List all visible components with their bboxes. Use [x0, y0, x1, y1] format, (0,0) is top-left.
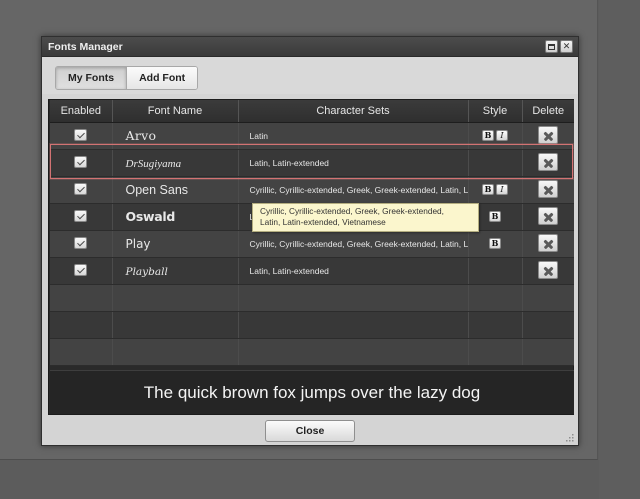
table-row[interactable]: Playball Latin, Latin-extended [50, 257, 574, 285]
dialog-titlebar[interactable]: Fonts Manager ✕ [42, 37, 578, 57]
window-controls: ✕ [545, 40, 573, 53]
delete-cell [522, 176, 574, 204]
delete-cell [522, 257, 574, 285]
column-header-delete[interactable]: Delete [522, 100, 574, 123]
table-row[interactable]: Open Sans Cyrillic, Cyrillic-extended, G… [50, 176, 574, 204]
tab-group: My Fonts Add Font [55, 66, 199, 90]
background-strip [599, 0, 640, 499]
delete-font-button[interactable] [538, 180, 559, 199]
close-window-button[interactable]: ✕ [560, 40, 573, 53]
table-row[interactable]: DrSugiyama Latin, Latin-extended [50, 149, 574, 177]
fonts-grid: Enabled Font Name Character Sets Style D… [48, 99, 574, 415]
resize-grip-icon[interactable] [564, 432, 574, 442]
font-name: DrSugiyama [125, 157, 182, 170]
delete-font-button[interactable] [538, 234, 559, 253]
delete-font-button[interactable] [538, 207, 559, 226]
italic-style-button[interactable]: I [496, 183, 508, 195]
close-button[interactable]: Close [265, 420, 355, 442]
style-cell: BI [468, 122, 523, 150]
font-name: Open Sans [125, 182, 189, 197]
tab-add-font[interactable]: Add Font [126, 67, 198, 89]
font-name-cell: Open Sans [112, 176, 239, 204]
delete-cell [522, 122, 574, 150]
empty-row [50, 338, 574, 366]
delete-font-button[interactable] [538, 126, 559, 145]
fonts-table: Enabled Font Name Character Sets Style D… [50, 100, 574, 366]
character-sets-cell: Latin, Latin-extended [238, 257, 469, 285]
close-icon: ✕ [562, 41, 571, 51]
enabled-cell [50, 176, 113, 204]
character-sets-cell: Cyrillic, Cyrillic-extended, Greek, Gree… [238, 230, 469, 258]
enabled-cell [50, 230, 113, 258]
column-header-font-name[interactable]: Font Name [112, 100, 239, 123]
fonts-grid-body[interactable]: Enabled Font Name Character Sets Style D… [50, 100, 574, 370]
font-preview: The quick brown fox jumps over the lazy … [50, 370, 574, 414]
enabled-checkbox[interactable] [74, 264, 88, 277]
empty-row [50, 284, 574, 312]
enabled-checkbox[interactable] [74, 237, 88, 250]
delete-cell [522, 203, 574, 231]
italic-style-button[interactable]: I [496, 129, 508, 141]
font-name-cell: Arvo [112, 122, 239, 150]
style-cell: BI [468, 176, 523, 204]
enabled-checkbox[interactable] [74, 183, 88, 196]
style-cell: B [468, 230, 523, 258]
style-cell [468, 257, 523, 285]
delete-font-button[interactable] [538, 261, 559, 280]
enabled-cell [50, 257, 113, 285]
font-name-cell: Play [112, 230, 239, 258]
column-header-enabled[interactable]: Enabled [50, 100, 113, 123]
font-name: Play [125, 236, 151, 251]
column-header-character-sets[interactable]: Character Sets [238, 100, 469, 123]
maximize-button[interactable] [545, 40, 558, 53]
character-sets-cell[interactable]: Cyrillic, Cyrillic-extended, Greek, Gree… [238, 176, 469, 204]
header-row: Enabled Font Name Character Sets Style D… [50, 100, 574, 123]
style-cell [468, 149, 523, 177]
enabled-checkbox[interactable] [74, 156, 88, 169]
font-name-cell: Playball [112, 257, 239, 285]
delete-cell [522, 149, 574, 177]
empty-row [50, 311, 574, 339]
delete-cell [522, 230, 574, 258]
table-row[interactable]: Arvo Latin BI [50, 122, 574, 150]
character-sets-cell: Latin [238, 122, 469, 150]
tab-my-fonts[interactable]: My Fonts [56, 67, 127, 89]
font-name: Oswald [125, 209, 176, 224]
tooltip-line: Cyrillic, Cyrillic-extended, Greek, Gree… [260, 206, 444, 216]
bold-style-button[interactable]: B [489, 237, 501, 249]
character-sets-cell: Latin, Latin-extended [238, 149, 469, 177]
enabled-checkbox[interactable] [74, 129, 88, 142]
table-row[interactable]: Play Cyrillic, Cyrillic-extended, Greek,… [50, 230, 574, 258]
character-sets-tooltip: Cyrillic, Cyrillic-extended, Greek, Gree… [252, 203, 479, 232]
font-name: Playball [125, 265, 168, 278]
delete-font-button[interactable] [538, 153, 559, 172]
tab-bar: My Fonts Add Font [42, 57, 578, 94]
bold-style-button[interactable]: B [482, 183, 494, 195]
enabled-checkbox[interactable] [74, 210, 88, 223]
fonts-manager-dialog: Fonts Manager ✕ My Fonts Add Font Enable… [41, 36, 579, 446]
font-name-cell: DrSugiyama [112, 149, 239, 177]
column-header-style[interactable]: Style [468, 100, 523, 123]
font-name-cell: Oswald [112, 203, 239, 231]
enabled-cell [50, 203, 113, 231]
bold-style-button[interactable]: B [489, 210, 501, 222]
bold-style-button[interactable]: B [482, 129, 494, 141]
maximize-icon [548, 43, 555, 50]
enabled-cell [50, 149, 113, 177]
enabled-cell [50, 122, 113, 150]
font-name: Arvo [125, 128, 157, 143]
dialog-title: Fonts Manager [48, 40, 123, 53]
tooltip-line: Latin, Latin-extended, Vietnamese [260, 217, 386, 227]
